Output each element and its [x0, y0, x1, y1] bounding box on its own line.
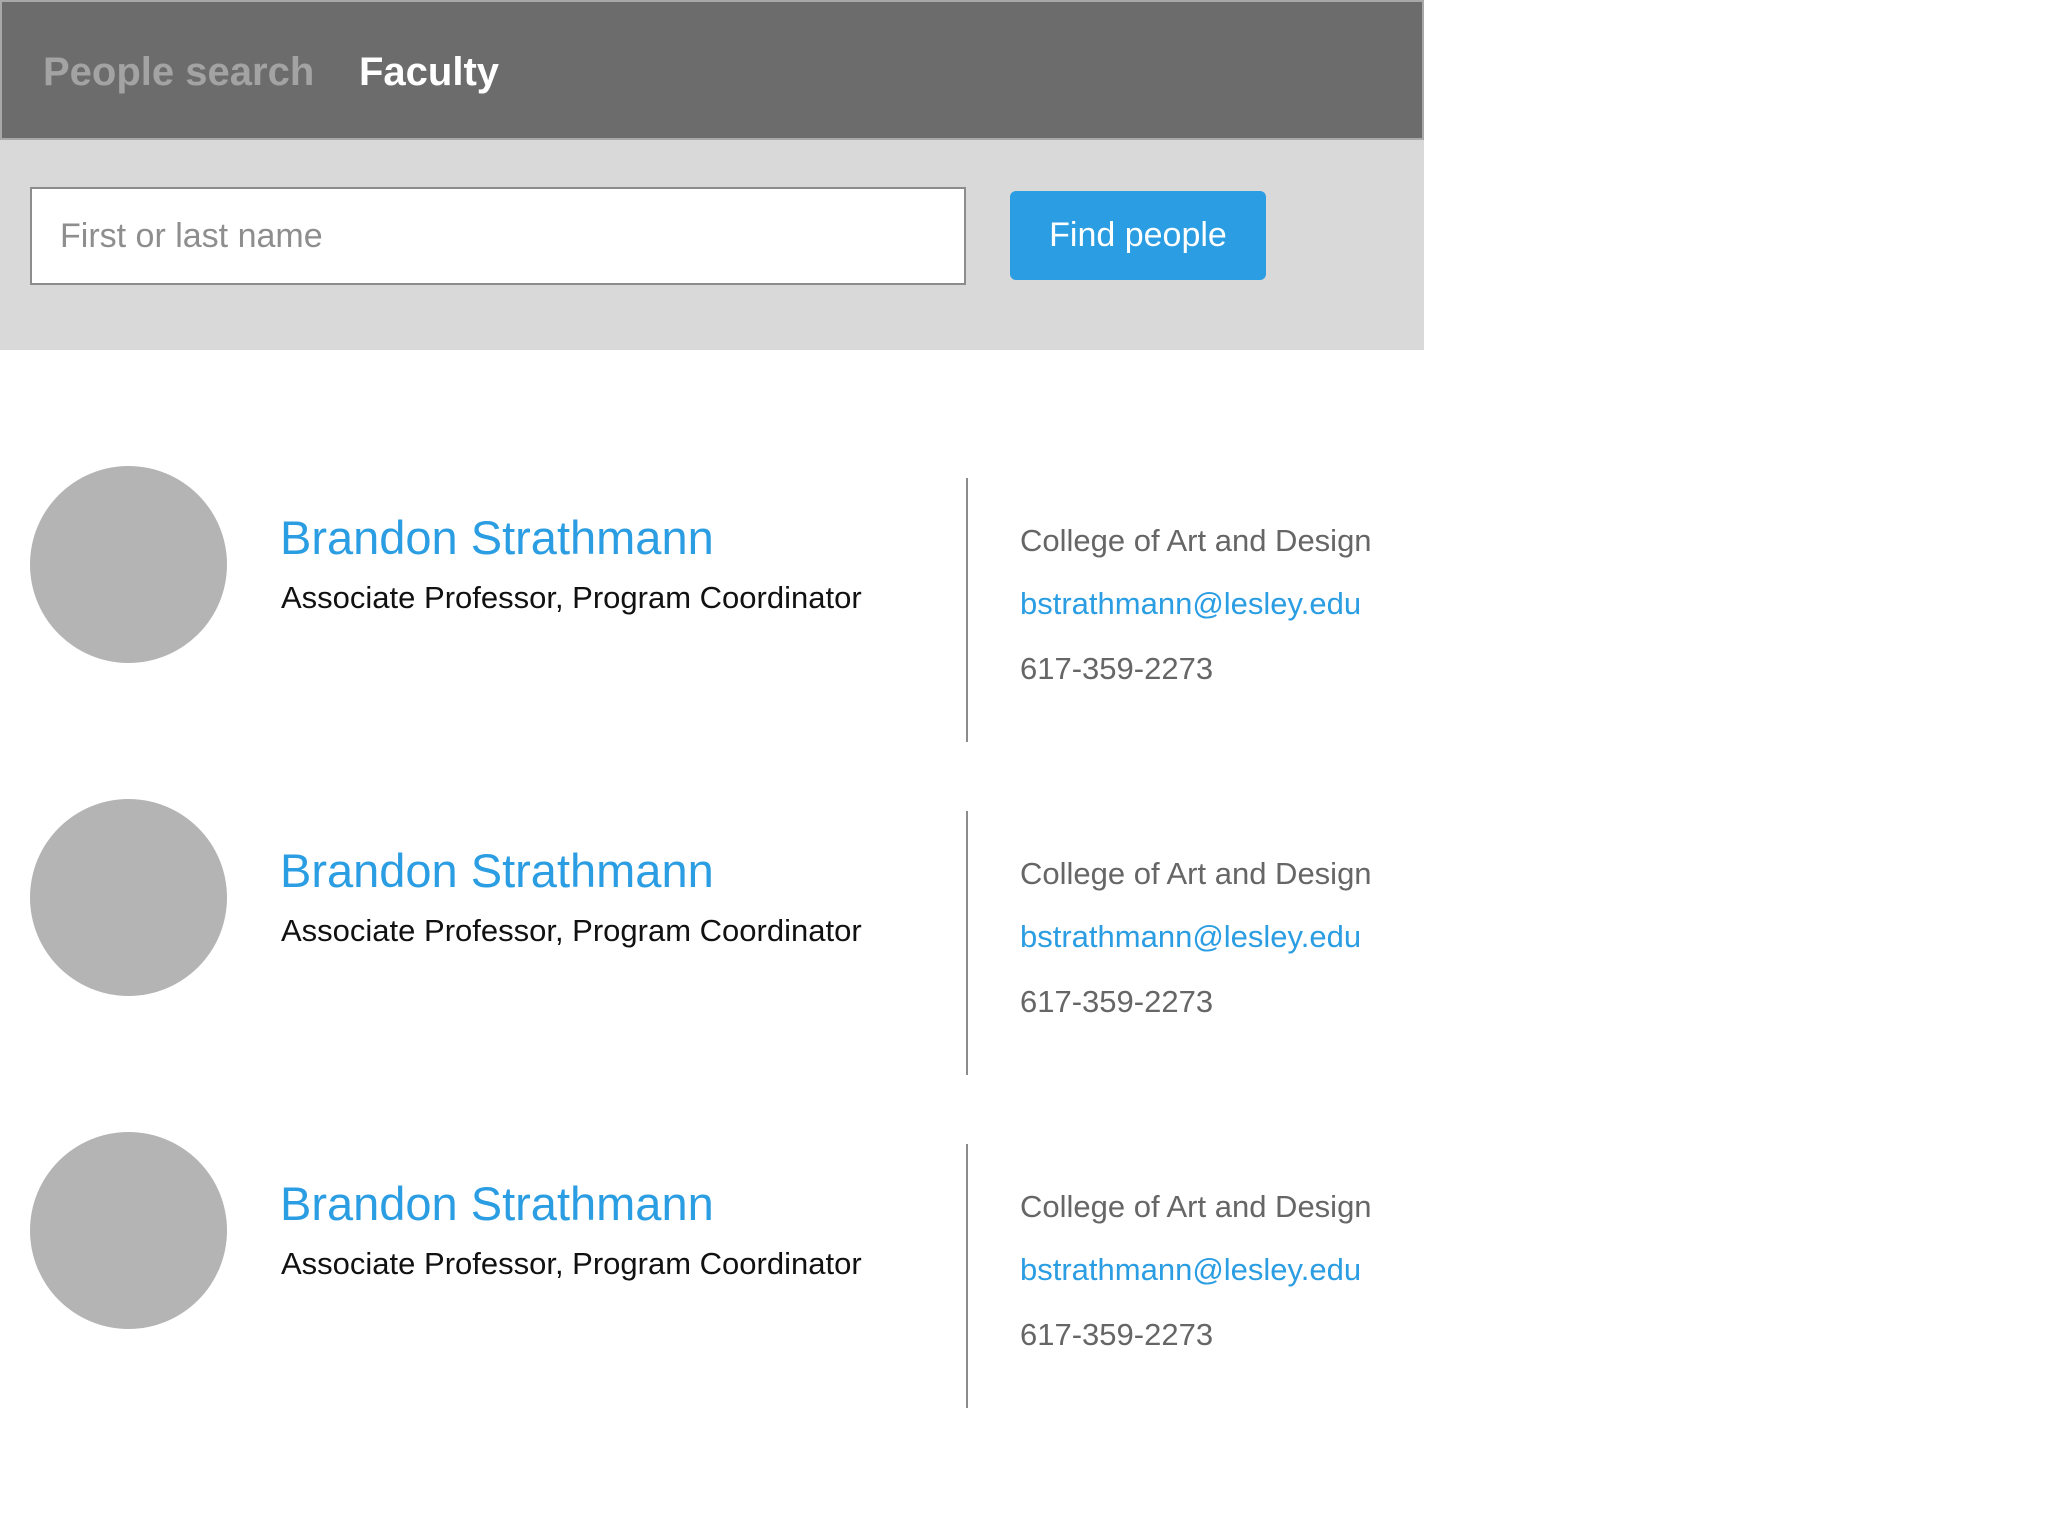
person-title: Associate Professor, Program Coordinator [281, 580, 862, 615]
search-bar: Find people [0, 140, 1424, 350]
person-name-link[interactable]: Brandon Strathmann [280, 1176, 714, 1232]
result-card: Brandon Strathmann Associate Professor, … [0, 466, 1424, 742]
person-title: Associate Professor, Program Coordinator [281, 913, 862, 948]
department: College of Art and Design [1020, 1189, 1372, 1224]
avatar [30, 466, 227, 663]
avatar [30, 1132, 227, 1329]
email-link[interactable]: bstrathmann@lesley.edu [1020, 1251, 1361, 1289]
page-title: Faculty [359, 50, 500, 94]
divider [966, 1144, 968, 1408]
department: College of Art and Design [1020, 856, 1372, 891]
email-link[interactable]: bstrathmann@lesley.edu [1020, 918, 1361, 956]
search-input[interactable] [30, 187, 966, 285]
phone-number: 617-359-2273 [1020, 651, 1214, 686]
find-people-button[interactable]: Find people [1010, 191, 1266, 280]
email-link[interactable]: bstrathmann@lesley.edu [1020, 585, 1361, 623]
divider [966, 478, 968, 742]
divider [966, 811, 968, 1075]
phone-number: 617-359-2273 [1020, 984, 1214, 1019]
phone-number: 617-359-2273 [1020, 1317, 1214, 1352]
department: College of Art and Design [1020, 523, 1372, 558]
avatar [30, 799, 227, 996]
top-header: People search Faculty [0, 0, 1424, 140]
person-name-link[interactable]: Brandon Strathmann [280, 843, 714, 899]
result-card: Brandon Strathmann Associate Professor, … [0, 1132, 1424, 1408]
person-title: Associate Professor, Program Coordinator [281, 1246, 862, 1281]
person-name-link[interactable]: Brandon Strathmann [280, 510, 714, 566]
result-card: Brandon Strathmann Associate Professor, … [0, 799, 1424, 1075]
breadcrumb-people-search[interactable]: People search [43, 50, 314, 94]
